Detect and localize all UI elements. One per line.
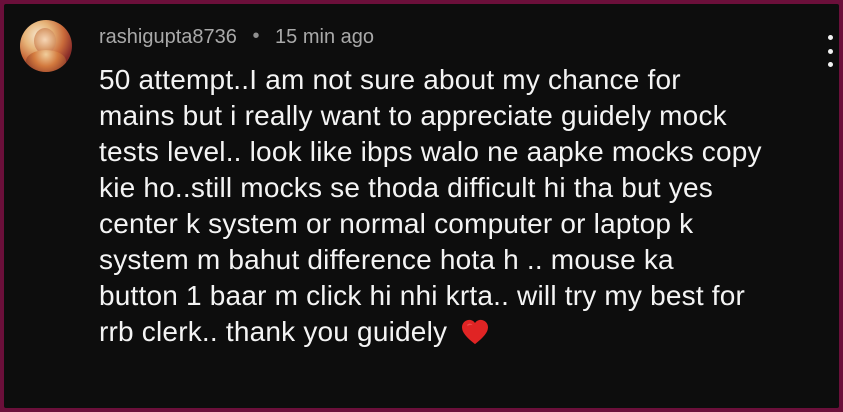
kebab-dot: [827, 48, 833, 54]
comment-line: button 1 baar m click hi nhi krta.. will…: [99, 280, 746, 311]
comment-line: rrb clerk.. thank you guidely: [99, 316, 448, 347]
comment-line: 50 attempt..I am not sure about my chanc…: [99, 64, 681, 95]
comment-line: system m bahut difference hota h .. mous…: [99, 244, 674, 275]
comment-card: rashigupta8736 • 15 min ago 50 attempt..…: [4, 4, 839, 408]
heart-icon: [462, 319, 489, 345]
comment-line: kie ho..still mocks se thoda difficult h…: [99, 172, 713, 203]
avatar-body: [26, 50, 66, 72]
meta-separator: •: [252, 25, 260, 47]
comment-text: 50 attempt..I am not sure about my chanc…: [99, 62, 839, 350]
comment-meta: rashigupta8736 • 15 min ago: [99, 22, 374, 52]
comment-last-line: rrb clerk.. thank you guidely: [99, 314, 839, 350]
timestamp: 15 min ago: [275, 26, 374, 48]
username[interactable]: rashigupta8736: [99, 26, 237, 48]
comment-line: center k system or normal computer or la…: [99, 208, 694, 239]
kebab-dot: [827, 35, 833, 40]
user-avatar[interactable]: [20, 20, 72, 72]
comment-line: tests level.. look like ibps walo ne aap…: [99, 136, 762, 167]
comment-line: mains but i really want to appreciate gu…: [99, 100, 727, 131]
